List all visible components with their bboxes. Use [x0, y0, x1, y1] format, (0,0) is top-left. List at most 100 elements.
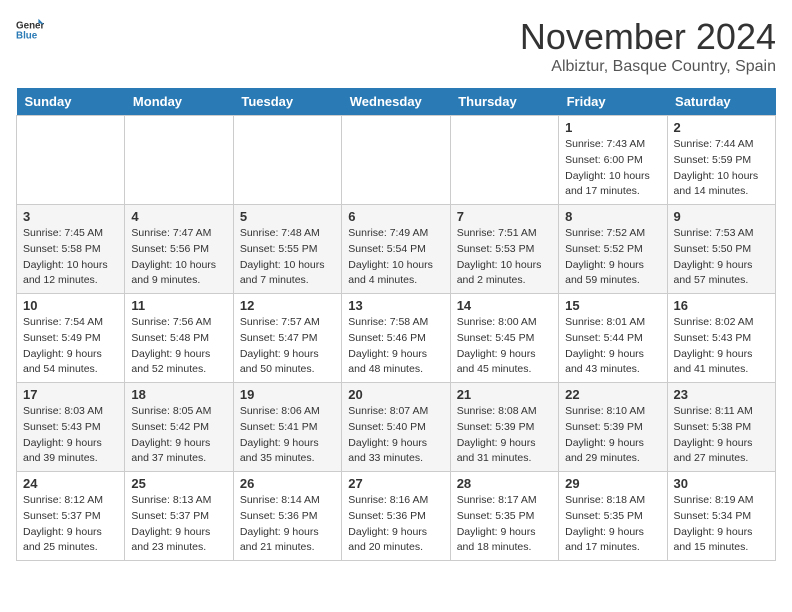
day-info: Sunrise: 7:58 AMSunset: 5:46 PMDaylight:…: [348, 315, 443, 378]
svg-text:Blue: Blue: [16, 30, 38, 41]
day-number: 2: [674, 120, 769, 135]
day-number: 1: [565, 120, 660, 135]
header-tuesday: Tuesday: [233, 88, 341, 116]
day-info: Sunrise: 8:13 AMSunset: 5:37 PMDaylight:…: [131, 493, 226, 556]
calendar-cell: 2 Sunrise: 7:44 AMSunset: 5:59 PMDaylight…: [667, 116, 775, 205]
day-info: Sunrise: 8:18 AMSunset: 5:35 PMDaylight:…: [565, 493, 660, 556]
day-info: Sunrise: 7:53 AMSunset: 5:50 PMDaylight:…: [674, 226, 769, 289]
calendar-cell: 12 Sunrise: 7:57 AMSunset: 5:47 PMDayligh…: [233, 294, 341, 383]
day-number: 7: [457, 209, 552, 224]
calendar-cell: 3 Sunrise: 7:45 AMSunset: 5:58 PMDaylight…: [17, 205, 125, 294]
page-header: General Blue November 2024 Albiztur, Bas…: [16, 16, 776, 76]
calendar-cell: [342, 116, 450, 205]
day-number: 26: [240, 476, 335, 491]
day-info: Sunrise: 8:11 AMSunset: 5:38 PMDaylight:…: [674, 404, 769, 467]
day-number: 27: [348, 476, 443, 491]
calendar-cell: 16 Sunrise: 8:02 AMSunset: 5:43 PMDayligh…: [667, 294, 775, 383]
day-number: 25: [131, 476, 226, 491]
day-info: Sunrise: 7:57 AMSunset: 5:47 PMDaylight:…: [240, 315, 335, 378]
calendar-cell: 6Sunrise: 7:49 AMSunset: 5:54 PMDaylight…: [342, 205, 450, 294]
day-info: Sunrise: 7:56 AMSunset: 5:48 PMDaylight:…: [131, 315, 226, 378]
header-row: Sunday Monday Tuesday Wednesday Thursday…: [17, 88, 776, 116]
day-info: Sunrise: 7:47 AMSunset: 5:56 PMDaylight:…: [131, 226, 226, 289]
calendar-cell: [450, 116, 558, 205]
location-title: Albiztur, Basque Country, Spain: [520, 58, 776, 76]
logo: General Blue: [16, 16, 44, 44]
calendar-cell: [17, 116, 125, 205]
day-number: 10: [23, 298, 118, 313]
calendar-week-3: 10Sunrise: 7:54 AMSunset: 5:49 PMDayligh…: [17, 294, 776, 383]
calendar-cell: 17 Sunrise: 8:03 AMSunset: 5:43 PMDayligh…: [17, 383, 125, 472]
day-number: 21: [457, 387, 552, 402]
day-number: 14: [457, 298, 552, 313]
calendar-cell: 14 Sunrise: 8:00 AMSunset: 5:45 PMDayligh…: [450, 294, 558, 383]
day-number: 22: [565, 387, 660, 402]
calendar-table: Sunday Monday Tuesday Wednesday Thursday…: [16, 88, 776, 561]
day-info: Sunrise: 8:17 AMSunset: 5:35 PMDaylight:…: [457, 493, 552, 556]
day-number: 17: [23, 387, 118, 402]
day-number: 16: [674, 298, 769, 313]
calendar-cell: 25 Sunrise: 8:13 AMSunset: 5:37 PMDayligh…: [125, 472, 233, 561]
day-info: Sunrise: 8:03 AMSunset: 5:43 PMDaylight:…: [23, 404, 118, 467]
day-info: Sunrise: 8:10 AMSunset: 5:39 PMDaylight:…: [565, 404, 660, 467]
day-info: Sunrise: 7:49 AMSunset: 5:54 PMDaylight:…: [348, 226, 443, 289]
day-number: 12: [240, 298, 335, 313]
day-info: Sunrise: 8:08 AMSunset: 5:39 PMDaylight:…: [457, 404, 552, 467]
day-number: 15: [565, 298, 660, 313]
day-number: 8: [565, 209, 660, 224]
day-number: 5: [240, 209, 335, 224]
day-number: 3: [23, 209, 118, 224]
calendar-cell: 22 Sunrise: 8:10 AMSunset: 5:39 PMDayligh…: [559, 383, 667, 472]
calendar-cell: 1 Sunrise: 7:43 AMSunset: 6:00 PMDaylight…: [559, 116, 667, 205]
day-info: Sunrise: 8:19 AMSunset: 5:34 PMDaylight:…: [674, 493, 769, 556]
day-info: Sunrise: 8:14 AMSunset: 5:36 PMDaylight:…: [240, 493, 335, 556]
calendar-cell: 20 Sunrise: 8:07 AMSunset: 5:40 PMDayligh…: [342, 383, 450, 472]
day-info: Sunrise: 7:45 AMSunset: 5:58 PMDaylight:…: [23, 226, 118, 289]
calendar-cell: 11 Sunrise: 7:56 AMSunset: 5:48 PMDayligh…: [125, 294, 233, 383]
calendar-cell: 4Sunrise: 7:47 AMSunset: 5:56 PMDaylight…: [125, 205, 233, 294]
month-title: November 2024: [520, 16, 776, 58]
day-info: Sunrise: 8:02 AMSunset: 5:43 PMDaylight:…: [674, 315, 769, 378]
day-number: 30: [674, 476, 769, 491]
day-number: 20: [348, 387, 443, 402]
calendar-week-5: 24Sunrise: 8:12 AMSunset: 5:37 PMDayligh…: [17, 472, 776, 561]
calendar-cell: 27 Sunrise: 8:16 AMSunset: 5:36 PMDayligh…: [342, 472, 450, 561]
day-info: Sunrise: 8:16 AMSunset: 5:36 PMDaylight:…: [348, 493, 443, 556]
header-sunday: Sunday: [17, 88, 125, 116]
day-info: Sunrise: 7:43 AMSunset: 6:00 PMDaylight:…: [565, 137, 660, 200]
calendar-cell: 7Sunrise: 7:51 AMSunset: 5:53 PMDaylight…: [450, 205, 558, 294]
header-friday: Friday: [559, 88, 667, 116]
day-number: 29: [565, 476, 660, 491]
calendar-cell: 19 Sunrise: 8:06 AMSunset: 5:41 PMDayligh…: [233, 383, 341, 472]
day-info: Sunrise: 7:48 AMSunset: 5:55 PMDaylight:…: [240, 226, 335, 289]
calendar-cell: 23 Sunrise: 8:11 AMSunset: 5:38 PMDayligh…: [667, 383, 775, 472]
day-number: 19: [240, 387, 335, 402]
calendar-cell: 15 Sunrise: 8:01 AMSunset: 5:44 PMDayligh…: [559, 294, 667, 383]
day-number: 23: [674, 387, 769, 402]
calendar-cell: 24Sunrise: 8:12 AMSunset: 5:37 PMDayligh…: [17, 472, 125, 561]
day-info: Sunrise: 7:44 AMSunset: 5:59 PMDaylight:…: [674, 137, 769, 200]
calendar-week-4: 17 Sunrise: 8:03 AMSunset: 5:43 PMDayligh…: [17, 383, 776, 472]
calendar-cell: 9 Sunrise: 7:53 AMSunset: 5:50 PMDaylight…: [667, 205, 775, 294]
calendar-cell: [125, 116, 233, 205]
day-number: 9: [674, 209, 769, 224]
calendar-cell: 8Sunrise: 7:52 AMSunset: 5:52 PMDaylight…: [559, 205, 667, 294]
header-saturday: Saturday: [667, 88, 775, 116]
header-monday: Monday: [125, 88, 233, 116]
calendar-cell: 21 Sunrise: 8:08 AMSunset: 5:39 PMDayligh…: [450, 383, 558, 472]
day-info: Sunrise: 8:06 AMSunset: 5:41 PMDaylight:…: [240, 404, 335, 467]
title-area: November 2024 Albiztur, Basque Country, …: [520, 16, 776, 76]
calendar-week-2: 3 Sunrise: 7:45 AMSunset: 5:58 PMDaylight…: [17, 205, 776, 294]
day-number: 11: [131, 298, 226, 313]
calendar-cell: 10Sunrise: 7:54 AMSunset: 5:49 PMDayligh…: [17, 294, 125, 383]
day-number: 18: [131, 387, 226, 402]
day-info: Sunrise: 8:05 AMSunset: 5:42 PMDaylight:…: [131, 404, 226, 467]
day-info: Sunrise: 8:12 AMSunset: 5:37 PMDaylight:…: [23, 493, 118, 556]
calendar-cell: 29 Sunrise: 8:18 AMSunset: 5:35 PMDayligh…: [559, 472, 667, 561]
calendar-cell: 26 Sunrise: 8:14 AMSunset: 5:36 PMDayligh…: [233, 472, 341, 561]
day-info: Sunrise: 8:00 AMSunset: 5:45 PMDaylight:…: [457, 315, 552, 378]
calendar-cell: 28Sunrise: 8:17 AMSunset: 5:35 PMDayligh…: [450, 472, 558, 561]
day-info: Sunrise: 8:01 AMSunset: 5:44 PMDaylight:…: [565, 315, 660, 378]
day-info: Sunrise: 8:07 AMSunset: 5:40 PMDaylight:…: [348, 404, 443, 467]
calendar-cell: [233, 116, 341, 205]
